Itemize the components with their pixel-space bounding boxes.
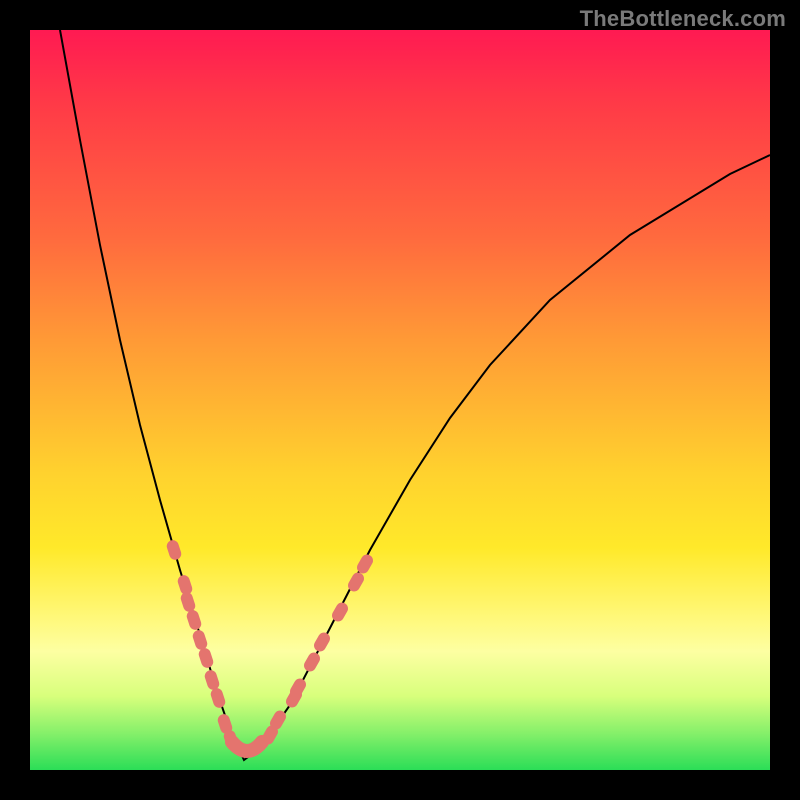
watermark-text: TheBottleneck.com xyxy=(580,6,786,32)
data-marker xyxy=(203,669,221,692)
markers-left xyxy=(165,539,240,752)
data-marker xyxy=(191,629,209,652)
data-marker xyxy=(330,600,350,623)
chart-svg xyxy=(30,30,770,770)
chart-frame: TheBottleneck.com xyxy=(0,0,800,800)
data-marker xyxy=(302,650,322,673)
data-marker xyxy=(312,630,332,653)
curve-line xyxy=(60,30,770,760)
data-marker xyxy=(165,539,183,562)
markers-right xyxy=(260,552,375,746)
data-marker xyxy=(185,609,203,632)
plot-area xyxy=(30,30,770,770)
data-marker xyxy=(209,687,227,710)
data-marker xyxy=(197,647,215,670)
data-marker xyxy=(179,591,197,614)
